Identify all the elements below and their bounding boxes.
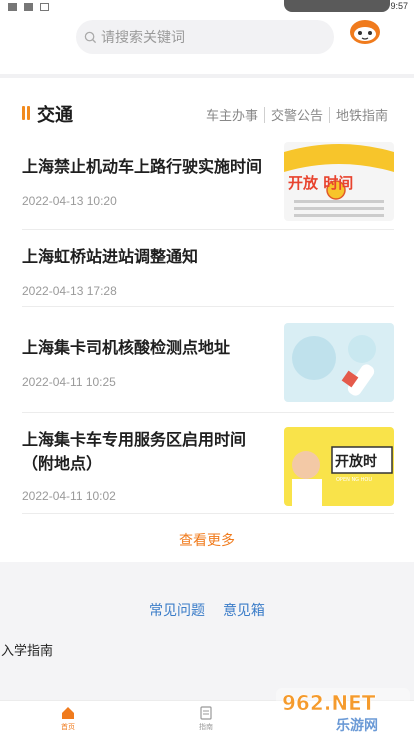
- tab-traffic-police[interactable]: 交警公告: [265, 105, 329, 124]
- status-icon-3: [40, 3, 49, 11]
- section-title: 交通: [37, 105, 73, 125]
- news-title: 上海禁止机动车上路行驶实施时间: [22, 159, 263, 176]
- svg-text:开放 时间: 开放 时间: [288, 174, 353, 192]
- feedback-link[interactable]: 意见箱: [223, 602, 265, 618]
- svg-text:开放时: 开放时: [335, 453, 377, 470]
- tab-metro-guide[interactable]: 地铁指南: [330, 105, 394, 124]
- svg-text:OPEN NG HOU: OPEN NG HOU: [336, 477, 372, 483]
- news-title: 上海虹桥站进站调整通知: [22, 249, 199, 266]
- status-time: 9:57: [390, 1, 408, 11]
- search-bar[interactable]: [76, 20, 334, 54]
- nav-guide-label: 指南: [199, 724, 213, 731]
- news-card: 交通 车主办事 交警公告 地铁指南 上海禁止机动车上路行驶实施时间 2022-0…: [0, 74, 414, 562]
- news-title-continuation: （附地点）: [22, 456, 103, 473]
- status-banner-image: [284, 0, 390, 12]
- section-marker: [22, 106, 30, 120]
- mascot-icon[interactable]: [348, 16, 382, 46]
- news-item[interactable]: 上海集卡司机核酸检测点地址 2022-04-11 10:25: [22, 307, 394, 413]
- status-icon-2: [24, 3, 33, 11]
- news-item[interactable]: 上海虹桥站进站调整通知 2022-04-13 17:28: [22, 230, 394, 307]
- footer-links: 常见问题 意见箱: [0, 600, 414, 620]
- home-icon: [62, 707, 74, 719]
- news-date: 2022-04-13 10:20: [22, 194, 117, 208]
- news-date: 2022-04-11 10:25: [22, 375, 116, 389]
- header: [0, 14, 414, 74]
- enrollment-guide-label[interactable]: 入学指南: [1, 640, 53, 659]
- search-input[interactable]: [101, 29, 321, 45]
- news-date: 2022-04-13 17:28: [22, 284, 117, 298]
- news-item[interactable]: 上海集卡车专用服务区启用时间 （附地点） 2022-04-11 10:02 开放…: [22, 413, 394, 514]
- status-bar: 9:57: [0, 0, 414, 14]
- news-title: 上海集卡司机核酸检测点地址: [22, 340, 231, 357]
- view-more-link[interactable]: 查看更多: [0, 530, 414, 550]
- news-title: 上海集卡车专用服务区启用时间: [22, 432, 247, 449]
- svg-text:乐游网: 乐游网: [336, 717, 378, 734]
- nav-home[interactable]: 首页: [48, 706, 88, 732]
- news-thumbnail: 开放 时间: [284, 142, 394, 221]
- tab-car-owner[interactable]: 车主办事: [200, 105, 264, 124]
- watermark-logo: 962.NET 乐游网: [276, 688, 410, 734]
- news-thumbnail: [284, 323, 394, 402]
- document-icon: [200, 706, 212, 720]
- search-icon: [84, 31, 97, 43]
- news-date: 2022-04-11 10:02: [22, 489, 116, 503]
- status-icon-1: [8, 3, 17, 11]
- section-header: 交通 车主办事 交警公告 地铁指南: [0, 98, 414, 128]
- svg-text:962.NET: 962.NET: [282, 691, 376, 715]
- nav-home-label: 首页: [61, 724, 75, 731]
- faq-link[interactable]: 常见问题: [149, 602, 205, 618]
- section-tabs: 车主办事 交警公告 地铁指南: [200, 105, 394, 124]
- news-thumbnail: 开放时 OPEN NG HOU: [284, 427, 394, 506]
- nav-guide[interactable]: 指南: [186, 706, 226, 732]
- news-item[interactable]: 上海禁止机动车上路行驶实施时间 2022-04-13 10:20 开放 时间: [22, 140, 394, 230]
